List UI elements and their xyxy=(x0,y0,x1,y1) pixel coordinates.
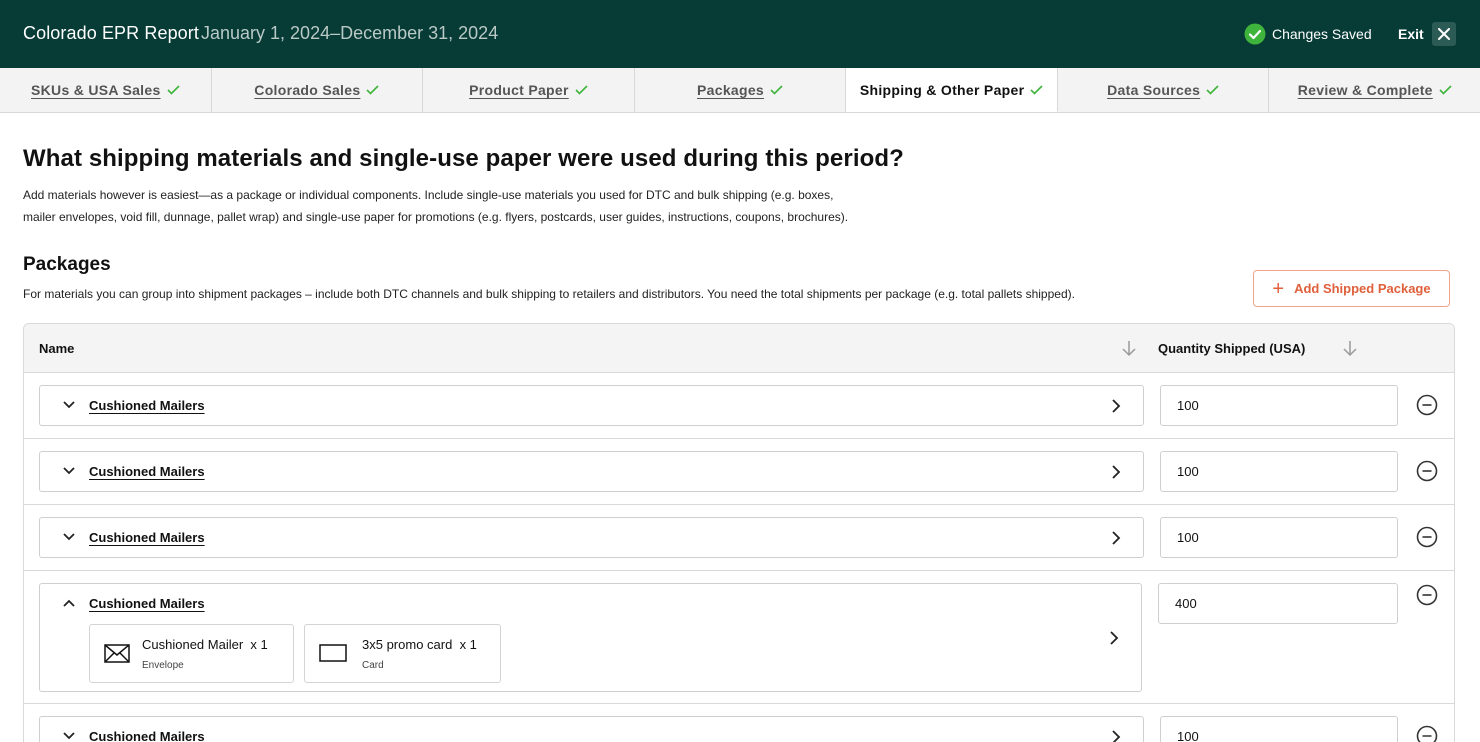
package-name-box[interactable]: Cushioned Mailers xyxy=(39,716,1144,742)
page-description-line: mailer envelopes, void fill, dunnage, pa… xyxy=(23,210,849,224)
package-name-link[interactable]: Cushioned Mailers xyxy=(89,530,205,545)
tab-shipping-other-paper[interactable]: Shipping & Other Paper xyxy=(846,68,1058,112)
quantity-input[interactable] xyxy=(1158,583,1398,624)
remove-circle-icon[interactable] xyxy=(1416,725,1438,742)
checkmark-icon xyxy=(575,85,588,95)
page-description-line: Add materials however is easiest—as a pa… xyxy=(23,188,834,202)
card-icon xyxy=(319,644,347,662)
remove-circle-icon[interactable] xyxy=(1416,526,1438,548)
chevron-down-icon[interactable] xyxy=(62,466,76,476)
quantity-input[interactable] xyxy=(1160,451,1398,492)
column-header-name[interactable]: Name xyxy=(39,341,74,356)
chevron-right-icon[interactable] xyxy=(1111,530,1121,546)
remove-circle-icon[interactable] xyxy=(1416,460,1438,482)
tab-skus-usa-sales[interactable]: SKUs & USA Sales xyxy=(0,68,212,112)
chevron-up-icon[interactable] xyxy=(62,598,76,608)
table-header: Name Quantity Shipped (USA) xyxy=(24,324,1454,373)
package-name-box[interactable]: Cushioned Mailers xyxy=(39,385,1144,426)
report-title: Colorado EPR Report xyxy=(23,23,199,43)
component-type: Card xyxy=(362,660,384,671)
table-row: Cushioned Mailers xyxy=(24,505,1454,571)
check-circle-icon xyxy=(1244,23,1266,45)
remove-circle-icon[interactable] xyxy=(1416,394,1438,416)
tab-review-complete[interactable]: Review & Complete xyxy=(1269,68,1480,112)
exit-label: Exit xyxy=(1398,26,1424,42)
plus-icon: + xyxy=(1272,277,1285,300)
table-row: Cushioned Mailers xyxy=(24,373,1454,439)
package-name-box[interactable]: Cushioned Mailers Cushioned Mailer x 1 E… xyxy=(39,583,1142,692)
package-component-card[interactable]: 3x5 promo card x 1 Card xyxy=(304,624,501,683)
package-name-link[interactable]: Cushioned Mailers xyxy=(89,398,205,413)
close-icon[interactable] xyxy=(1431,22,1456,46)
package-name-link[interactable]: Cushioned Mailers xyxy=(89,464,205,479)
table-row: Cushioned Mailers xyxy=(24,704,1454,742)
package-name-link[interactable]: Cushioned Mailers xyxy=(89,729,205,742)
package-name-box[interactable]: Cushioned Mailers xyxy=(39,517,1144,558)
checkmark-icon xyxy=(770,85,783,95)
quantity-input[interactable] xyxy=(1160,517,1398,558)
tab-product-paper[interactable]: Product Paper xyxy=(423,68,635,112)
chevron-down-icon[interactable] xyxy=(62,532,76,542)
save-status-label: Changes Saved xyxy=(1272,26,1372,42)
envelope-icon xyxy=(104,644,130,663)
sort-arrow-down-icon[interactable] xyxy=(1341,339,1359,357)
checkmark-icon xyxy=(1206,85,1219,95)
quantity-input[interactable] xyxy=(1160,716,1398,742)
chevron-down-icon[interactable] xyxy=(62,731,76,741)
add-shipped-package-label: Add Shipped Package xyxy=(1294,281,1431,296)
checkmark-icon xyxy=(1439,85,1452,95)
package-name-box[interactable]: Cushioned Mailers xyxy=(39,451,1144,492)
checkmark-icon xyxy=(366,85,379,95)
component-type: Envelope xyxy=(142,660,184,671)
exit-button[interactable]: Exit xyxy=(1398,22,1456,46)
chevron-right-icon[interactable] xyxy=(1111,729,1121,742)
packages-section-title: Packages xyxy=(23,254,111,275)
remove-circle-icon[interactable] xyxy=(1416,584,1438,606)
sort-arrow-down-icon[interactable] xyxy=(1120,339,1138,357)
top-bar: Colorado EPR Report January 1, 2024–Dece… xyxy=(0,0,1480,68)
quantity-input[interactable] xyxy=(1160,385,1398,426)
component-name: Cushioned Mailer x 1 xyxy=(142,637,268,652)
report-date-range: January 1, 2024–December 31, 2024 xyxy=(201,23,499,43)
tab-packages[interactable]: Packages xyxy=(635,68,847,112)
chevron-right-icon[interactable] xyxy=(1109,630,1119,646)
table-row: Cushioned Mailers Cushioned Mailer x 1 E… xyxy=(24,571,1454,704)
packages-table: Name Quantity Shipped (USA) Cushioned Ma… xyxy=(23,323,1455,742)
tab-data-sources[interactable]: Data Sources xyxy=(1058,68,1270,112)
chevron-right-icon[interactable] xyxy=(1111,398,1121,414)
packages-section-description: For materials you can group into shipmen… xyxy=(23,287,1075,301)
table-row: Cushioned Mailers xyxy=(24,439,1454,505)
column-header-quantity[interactable]: Quantity Shipped (USA) xyxy=(1158,341,1305,356)
component-name: 3x5 promo card x 1 xyxy=(362,637,477,652)
checkmark-icon xyxy=(166,85,180,95)
checkmark-icon xyxy=(1030,84,1043,95)
package-name-link[interactable]: Cushioned Mailers xyxy=(89,596,205,611)
page-description: Add materials however is easiest—as a pa… xyxy=(23,184,983,228)
add-shipped-package-button[interactable]: + Add Shipped Package xyxy=(1253,270,1450,307)
save-status: Changes Saved xyxy=(1244,22,1372,46)
tab-colorado-sales[interactable]: Colorado Sales xyxy=(212,68,424,112)
step-tabs: SKUs & USA Sales Colorado Sales Product … xyxy=(0,68,1480,113)
chevron-down-icon[interactable] xyxy=(62,400,76,410)
chevron-right-icon[interactable] xyxy=(1111,464,1121,480)
page-title: What shipping materials and single-use p… xyxy=(23,145,904,172)
package-component-card[interactable]: Cushioned Mailer x 1 Envelope xyxy=(89,624,294,683)
